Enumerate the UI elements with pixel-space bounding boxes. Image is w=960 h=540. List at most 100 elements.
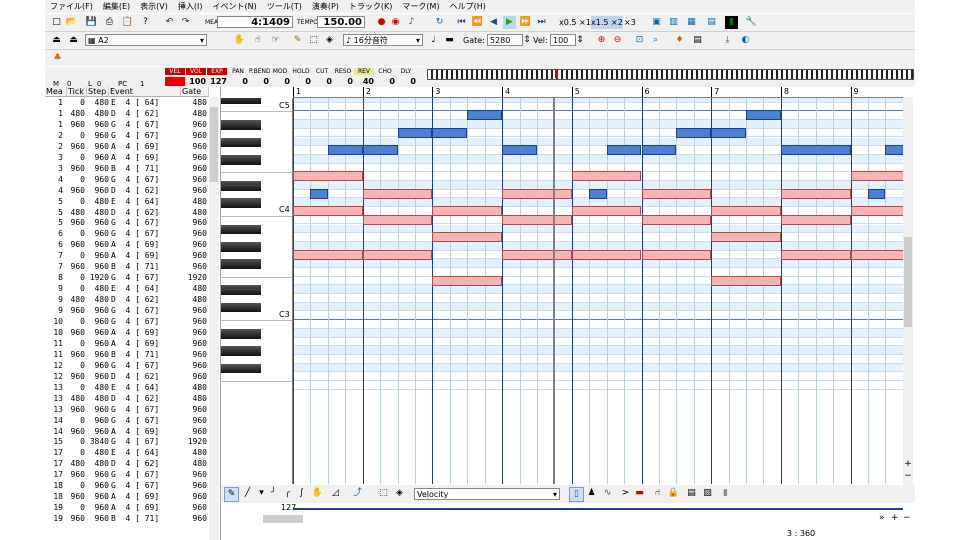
dotted-note-icon[interactable]: ♩ xyxy=(427,34,440,47)
tempo-display[interactable]: 150.00 xyxy=(317,16,365,28)
zoom-out-icon[interactable]: ⊖ xyxy=(611,34,624,47)
note-block[interactable] xyxy=(868,188,886,199)
accompaniment-note[interactable] xyxy=(780,214,851,225)
vel-spinner[interactable]: ⇕ xyxy=(576,34,584,47)
accompaniment-note[interactable] xyxy=(850,171,903,182)
curve2-tool-icon[interactable]: ╭ xyxy=(281,487,294,500)
velocity-lane[interactable] xyxy=(293,508,903,510)
accompaniment-note[interactable] xyxy=(432,206,503,217)
event-header-tick[interactable]: Tick xyxy=(67,87,87,97)
menu-item[interactable]: 演奏(P) xyxy=(307,0,344,13)
event-row[interactable]: 1 960 960 G 4 [ 67] 960 xyxy=(45,120,210,131)
piano-icon[interactable]: ▦ xyxy=(685,16,698,29)
event-row[interactable]: 10 0 960 G 4 [ 67] 960 xyxy=(45,317,210,328)
hzoom-minus-icon[interactable]: − xyxy=(903,513,911,523)
menu-item[interactable]: イベント(N) xyxy=(207,0,261,13)
note-block[interactable] xyxy=(780,145,851,156)
event-row[interactable]: 2 960 960 A 4 [ 69] 960 xyxy=(45,142,210,153)
erase-tool-icon[interactable]: ◈ xyxy=(393,487,406,500)
event-row[interactable]: 17 960 960 G 4 [ 67] 960 xyxy=(45,470,210,481)
edit-tool-icon[interactable]: ⤴ xyxy=(351,487,364,500)
event-row[interactable]: 6 0 960 G 4 [ 67] 960 xyxy=(45,229,210,240)
speed-15-button[interactable]: x1.5 ×2 xyxy=(591,16,623,29)
eraser-icon[interactable]: ◈ xyxy=(323,34,336,47)
cd-icon[interactable]: ◐ xyxy=(739,34,752,47)
step-record-icon[interactable]: ◉ xyxy=(389,16,402,29)
vel-input[interactable]: 100 xyxy=(550,34,576,46)
gate-input[interactable]: 5280 xyxy=(487,34,523,46)
event-row[interactable]: 1 480 480 D 4 [ 62] 480 xyxy=(45,109,210,120)
angle-icon[interactable]: > xyxy=(619,487,632,500)
rewind-icon[interactable]: ⏪ xyxy=(471,16,484,29)
accompaniment-note[interactable] xyxy=(850,249,903,260)
note-block[interactable] xyxy=(746,110,781,121)
select-tool-icon[interactable]: ⬚ xyxy=(377,487,390,500)
accompaniment-note[interactable] xyxy=(641,249,712,260)
pointer-icon[interactable]: ☞ xyxy=(269,34,282,47)
event-row[interactable]: 9 0 480 E 4 [ 64] 480 xyxy=(45,284,210,295)
event-row[interactable]: 17 480 480 D 4 [ 62] 480 xyxy=(45,459,210,470)
accompaniment-note[interactable] xyxy=(711,232,781,243)
wrench-icon[interactable]: 🔧 xyxy=(745,16,758,29)
play-icon[interactable]: ▶ xyxy=(503,16,516,29)
black-key[interactable] xyxy=(221,285,261,296)
event-row[interactable]: 5 480 480 D 4 [ 62] 480 xyxy=(45,208,210,219)
line-tool-icon[interactable]: ╱ xyxy=(241,487,254,500)
event-list-scrollbar[interactable] xyxy=(209,97,219,540)
black-key[interactable] xyxy=(221,98,261,104)
save-icon[interactable]: 💾 xyxy=(85,16,98,29)
event-row[interactable]: 19 960 960 B 4 [ 71] 960 xyxy=(45,514,210,525)
snap-icon[interactable]: ♦ xyxy=(673,34,686,47)
note-block[interactable] xyxy=(310,188,328,199)
note-block[interactable] xyxy=(606,145,642,156)
mixer-channel-value[interactable]: 0 xyxy=(333,77,353,86)
track-select[interactable]: ▦ A2 ▾ xyxy=(85,34,207,46)
mini-keyboard[interactable] xyxy=(427,69,914,80)
event-row[interactable]: 5 960 960 G 4 [ 67] 960 xyxy=(45,218,210,229)
event-row[interactable]: 9 480 480 D 4 [ 62] 480 xyxy=(45,295,210,306)
lock-icon[interactable]: 🔒 xyxy=(667,487,680,500)
event-header-event[interactable]: Event xyxy=(109,87,181,97)
playhead[interactable] xyxy=(553,98,556,484)
pencil-draw-icon[interactable]: ✎ xyxy=(224,487,239,502)
accompaniment-note[interactable] xyxy=(362,188,433,199)
ramp-tool-icon[interactable]: ◿ xyxy=(329,487,342,500)
select-rect-icon[interactable]: ⬚ xyxy=(307,34,320,47)
accompaniment-note[interactable] xyxy=(432,275,503,286)
panel-icon[interactable]: ▤ xyxy=(685,487,698,500)
event-header-gate[interactable]: Gate xyxy=(181,87,209,97)
piano-roll-grid[interactable] xyxy=(293,98,903,484)
metronome-icon[interactable]: ♪ xyxy=(405,16,418,29)
accompaniment-note[interactable] xyxy=(711,206,781,217)
event-row[interactable]: 18 960 960 A 4 [ 69] 960 xyxy=(45,492,210,503)
print-icon[interactable]: ⎙ xyxy=(103,16,116,29)
accompaniment-note[interactable] xyxy=(502,249,572,260)
gray-block-icon[interactable]: ▮ xyxy=(719,487,732,500)
pencil-icon[interactable]: ✎ xyxy=(291,34,304,47)
event-row[interactable]: 12 0 960 G 4 [ 67] 960 xyxy=(45,361,210,372)
mixer-channel-value[interactable]: 0 xyxy=(396,77,416,86)
black-key[interactable] xyxy=(221,181,261,191)
accompaniment-note[interactable] xyxy=(502,188,572,199)
mixer-channel-value[interactable]: 40 xyxy=(354,77,374,86)
black-key[interactable] xyxy=(221,120,261,130)
help-icon[interactable]: ? xyxy=(139,16,152,29)
event-row[interactable]: 13 480 480 D 4 [ 62] 480 xyxy=(45,394,210,405)
mixer-channel-value[interactable]: 0 xyxy=(291,77,311,86)
mixer-channel-value[interactable]: 0 xyxy=(228,77,248,86)
track-up-icon[interactable]: ⏏ xyxy=(50,34,63,47)
paste-icon[interactable]: 📋 xyxy=(121,16,134,29)
black-key[interactable] xyxy=(221,302,261,313)
event-row[interactable]: 5 0 480 E 4 [ 64] 480 xyxy=(45,197,210,208)
menu-item[interactable]: 編集(E) xyxy=(98,0,135,13)
event-row[interactable]: 19 0 960 A 4 [ 69] 960 xyxy=(45,503,210,514)
black-key[interactable] xyxy=(221,224,261,235)
accompaniment-note[interactable] xyxy=(432,232,503,243)
position-display[interactable]: 4:1409 xyxy=(217,16,293,28)
accompaniment-note[interactable] xyxy=(641,188,712,199)
note-block[interactable] xyxy=(362,145,398,156)
forward-icon[interactable]: ⏩ xyxy=(519,16,532,29)
mixer-channel-value[interactable]: 0 xyxy=(270,77,290,86)
measure-ruler[interactable]: 1 2 3 4 5 6 7 8 9 xyxy=(293,87,903,98)
event-row[interactable]: 12 960 960 D 4 [ 62] 960 xyxy=(45,372,210,383)
